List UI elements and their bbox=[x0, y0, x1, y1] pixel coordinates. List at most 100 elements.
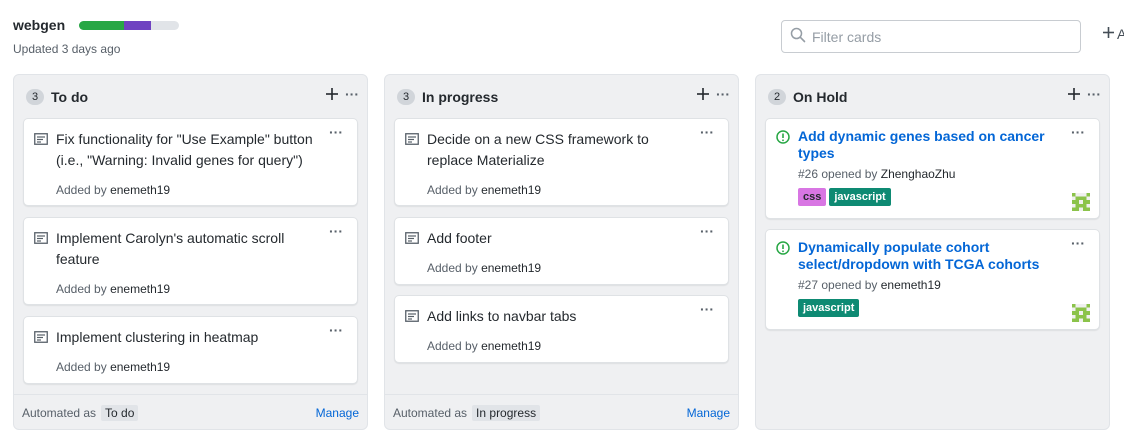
column-title: On Hold bbox=[793, 89, 848, 105]
added-by-label: Added by bbox=[56, 282, 107, 296]
card-menu-icon[interactable]: ··· bbox=[329, 224, 343, 238]
issue-number-label: #27 opened by bbox=[798, 278, 878, 292]
note-icon bbox=[34, 132, 48, 148]
card-menu-icon[interactable]: ··· bbox=[700, 224, 714, 238]
column-card-count: 3 bbox=[397, 89, 415, 105]
issue-title-link[interactable]: Dynamically populate cohort select/dropd… bbox=[798, 239, 1053, 273]
issue-opened-by: #27 opened by enemeth19 bbox=[798, 278, 941, 292]
column-menu-icon[interactable]: ··· bbox=[1087, 87, 1101, 101]
automation-badge: In progress bbox=[472, 405, 541, 421]
card-title: Implement clustering in heatmap bbox=[56, 329, 259, 345]
avatar[interactable] bbox=[1072, 304, 1090, 322]
automated-as-label: Automated as bbox=[22, 406, 97, 420]
automated-as-label: Automated as bbox=[393, 406, 468, 420]
note-icon bbox=[34, 330, 48, 346]
issue-opened-by: #26 opened by ZhenghaoZhu bbox=[798, 167, 955, 181]
card-menu-icon[interactable]: ··· bbox=[700, 125, 714, 139]
card-title: Add footer bbox=[427, 230, 492, 246]
card-added-by: Added by enemeth19 bbox=[56, 183, 170, 197]
card-title: Fix functionality for "Use Example" butt… bbox=[56, 131, 313, 168]
label-javascript[interactable]: javascript bbox=[829, 188, 891, 206]
added-by-label: Added by bbox=[427, 339, 478, 353]
automation-badge: To do bbox=[101, 405, 139, 421]
card-menu-icon[interactable]: ··· bbox=[700, 302, 714, 316]
updated-timestamp: Updated 3 days ago bbox=[13, 42, 121, 56]
note-card[interactable]: Implement clustering in heatmap ··· Adde… bbox=[23, 316, 358, 384]
card-added-by: Added by enemeth19 bbox=[56, 360, 170, 374]
column-header: 3 In progress ··· bbox=[385, 75, 738, 117]
added-by-label: Added by bbox=[427, 183, 478, 197]
added-by-label: Added by bbox=[56, 183, 107, 197]
automation-status: Automated as In progress bbox=[393, 405, 541, 421]
issue-opened-icon bbox=[776, 241, 790, 258]
column-header: 3 To do ··· bbox=[14, 75, 367, 117]
project-name[interactable]: webgen bbox=[13, 17, 65, 33]
note-icon bbox=[34, 231, 48, 247]
issue-labels: css javascript bbox=[798, 188, 891, 206]
column-title: To do bbox=[51, 89, 89, 105]
automation-status: Automated as To do bbox=[22, 405, 139, 421]
manage-automation-link[interactable]: Manage bbox=[687, 406, 730, 420]
filter-cards-input[interactable] bbox=[812, 28, 1062, 45]
added-by-user[interactable]: enemeth19 bbox=[481, 339, 541, 353]
avatar[interactable] bbox=[1072, 193, 1090, 211]
added-by-label: Added by bbox=[427, 261, 478, 275]
column-in-progress: 3 In progress ··· Decide on a new CSS fr… bbox=[384, 74, 739, 430]
card-title: Decide on a new CSS framework to replace… bbox=[427, 131, 649, 168]
label-javascript[interactable]: javascript bbox=[798, 299, 860, 317]
column-footer: Automated as To do Manage bbox=[14, 394, 367, 429]
note-card[interactable]: Fix functionality for "Use Example" butt… bbox=[23, 118, 358, 206]
issue-author[interactable]: enemeth19 bbox=[881, 278, 941, 292]
card-added-by: Added by enemeth19 bbox=[427, 339, 541, 353]
added-by-user[interactable]: enemeth19 bbox=[110, 183, 170, 197]
issue-number-label: #26 opened by bbox=[798, 167, 878, 181]
card-added-by: Added by enemeth19 bbox=[56, 282, 170, 296]
filter-cards-field[interactable] bbox=[781, 20, 1081, 53]
add-card-icon[interactable] bbox=[1067, 87, 1081, 101]
card-menu-icon[interactable]: ··· bbox=[329, 323, 343, 337]
card-added-by: Added by enemeth19 bbox=[427, 261, 541, 275]
issue-labels: javascript bbox=[798, 299, 860, 317]
note-card[interactable]: Add footer ··· Added by enemeth19 bbox=[394, 217, 729, 285]
added-by-user[interactable]: enemeth19 bbox=[481, 261, 541, 275]
project-progress-bar bbox=[79, 21, 179, 30]
note-card[interactable]: Decide on a new CSS framework to replace… bbox=[394, 118, 729, 206]
search-icon bbox=[790, 27, 806, 46]
card-menu-icon[interactable]: ··· bbox=[1071, 236, 1085, 250]
manage-automation-link[interactable]: Manage bbox=[316, 406, 359, 420]
note-icon bbox=[405, 132, 419, 148]
column-header: 2 On Hold ··· bbox=[756, 75, 1109, 117]
note-card[interactable]: Implement Carolyn's automatic scroll fea… bbox=[23, 217, 358, 305]
plus-icon bbox=[1102, 26, 1115, 42]
column-on-hold: 2 On Hold ··· Add dynamic genes based on… bbox=[755, 74, 1110, 430]
issue-title-link[interactable]: Add dynamic genes based on cancer types bbox=[798, 128, 1053, 162]
card-menu-icon[interactable]: ··· bbox=[329, 125, 343, 139]
issue-card[interactable]: Dynamically populate cohort select/dropd… bbox=[765, 229, 1100, 330]
column-menu-icon[interactable]: ··· bbox=[345, 87, 359, 101]
note-icon bbox=[405, 309, 419, 325]
add-card-icon[interactable] bbox=[696, 87, 710, 101]
column-card-count: 2 bbox=[768, 89, 786, 105]
added-by-user[interactable]: enemeth19 bbox=[110, 360, 170, 374]
label-css[interactable]: css bbox=[798, 188, 827, 206]
issue-author[interactable]: ZhenghaoZhu bbox=[881, 167, 956, 181]
card-added-by: Added by enemeth19 bbox=[427, 183, 541, 197]
column-title: In progress bbox=[422, 89, 499, 105]
issue-opened-icon bbox=[776, 130, 790, 147]
progress-in-progress-segment bbox=[124, 21, 151, 30]
column-menu-icon[interactable]: ··· bbox=[716, 87, 730, 101]
note-card[interactable]: Add links to navbar tabs ··· Added by en… bbox=[394, 295, 729, 363]
card-title: Implement Carolyn's automatic scroll fea… bbox=[56, 230, 285, 267]
added-by-user[interactable]: enemeth19 bbox=[110, 282, 170, 296]
column-footer: Automated as In progress Manage bbox=[385, 394, 738, 429]
note-icon bbox=[405, 231, 419, 247]
add-card-icon[interactable] bbox=[325, 87, 339, 101]
added-by-user[interactable]: enemeth19 bbox=[481, 183, 541, 197]
column-card-count: 3 bbox=[26, 89, 44, 105]
add-column-label: A bbox=[1117, 26, 1124, 42]
issue-card[interactable]: Add dynamic genes based on cancer types … bbox=[765, 118, 1100, 219]
project-header: webgen Updated 3 days ago A bbox=[0, 0, 1124, 70]
card-menu-icon[interactable]: ··· bbox=[1071, 125, 1085, 139]
add-column-button[interactable]: A bbox=[1102, 26, 1124, 42]
card-title: Add links to navbar tabs bbox=[427, 308, 577, 324]
